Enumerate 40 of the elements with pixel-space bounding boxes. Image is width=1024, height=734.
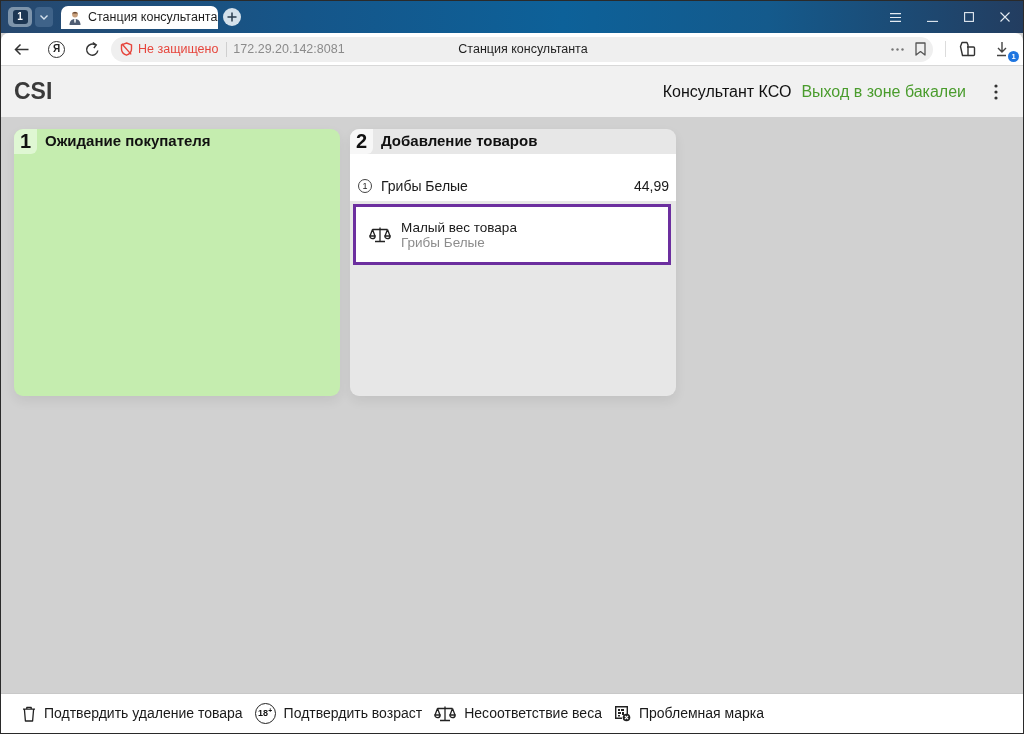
plus-icon[interactable] — [223, 8, 241, 26]
security-indicator[interactable]: Не защищено — [120, 39, 219, 59]
panels-icon[interactable] — [959, 41, 976, 57]
scale-icon — [369, 226, 391, 243]
datamatrix-icon — [613, 705, 631, 722]
station-number: 1 — [14, 129, 37, 154]
kebab-menu-icon[interactable] — [994, 83, 998, 100]
alert-title: Малый вес товара — [401, 219, 517, 235]
alert-item[interactable]: Малый вес товара Грибы Белые — [353, 204, 671, 265]
scale-icon — [434, 705, 457, 722]
alert-product: Грибы Белые — [401, 234, 485, 250]
trash-icon — [22, 705, 36, 722]
station-card[interactable]: 1 Ожидание покупателя — [14, 129, 340, 396]
station-title: Добавление товаров — [380, 131, 538, 152]
problem-mark-button[interactable]: Проблемная марка — [613, 703, 764, 724]
menu-icon[interactable] — [890, 12, 901, 22]
user-role: Консультант КСО — [662, 81, 792, 102]
weight-mismatch-button[interactable]: Несоответствие веса — [434, 703, 602, 724]
caret-icon[interactable] — [35, 7, 53, 27]
shield-slash-icon — [120, 42, 133, 56]
station-title: Ожидание покупателя — [44, 131, 211, 152]
station-card[interactable]: 2 Добавление товаров 1 Грибы Белые 44,99 Малый вес товара Грибы Белые — [350, 129, 676, 396]
item-name: Грибы Белые — [381, 176, 468, 196]
station-number: 2 — [350, 129, 373, 154]
close-icon[interactable] — [1000, 12, 1010, 22]
workspace-button[interactable]: 1 — [8, 7, 32, 27]
back-arrow-icon[interactable] — [14, 42, 29, 56]
confirm-delete-button[interactable]: Подтвердить удаление товара — [22, 703, 243, 724]
address-bar[interactable]: Не защищено 172.29.20.142:8081 Станция консультанта — [111, 36, 933, 62]
item-price: 44,99 — [633, 176, 669, 196]
reload-icon[interactable] — [85, 41, 100, 57]
zone-status: Выход в зоне бакалеи — [801, 81, 966, 102]
maximize-icon[interactable] — [964, 12, 974, 22]
bookmark-icon[interactable] — [915, 42, 926, 56]
more-icon[interactable] — [891, 47, 904, 51]
confirm-age-button[interactable]: 18$^{+}$ Подтвердить возраст — [254, 703, 423, 724]
person-icon — [69, 10, 81, 25]
app-logo: CSI — [14, 80, 53, 103]
page-title: Станция консультанта — [458, 40, 588, 58]
browser-tab[interactable]: Станция консультанта — [61, 6, 218, 29]
